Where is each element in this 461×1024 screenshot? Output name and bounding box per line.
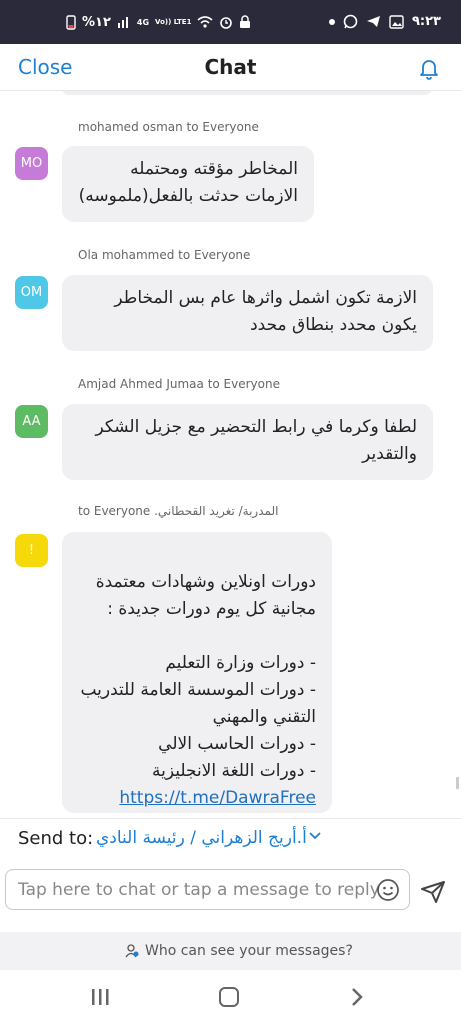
message-sender: المدربة/ تغريد القحطاني. to Everyone: [78, 504, 279, 518]
who-can-see-banner[interactable]: Who can see your messages?: [0, 932, 461, 970]
signal-icon: [117, 17, 128, 28]
system-nav-bar: [0, 970, 461, 1024]
message-text: دورات اونلاين وشهادات معتمدة مجانية كل ي…: [80, 572, 316, 781]
alarm-icon: [220, 17, 233, 29]
message-sender: mohamed osman to Everyone: [78, 120, 259, 134]
whatsapp-icon: [343, 14, 358, 29]
telegram-icon: [366, 16, 380, 27]
message-sender: Ola mohammed to Everyone: [78, 248, 251, 262]
message-bubble[interactable]: الازمة تكون اشمل واثرها عام بس المخاطر ي…: [62, 275, 433, 351]
chat-header: Close Chat: [0, 44, 461, 91]
scrollbar[interactable]: [456, 777, 459, 789]
clock: ٩:٢٣: [411, 14, 441, 29]
network-type: 4G: [136, 17, 150, 27]
message-bubble[interactable]: دورات اونلاين وشهادات معتمدة مجانية كل ي…: [62, 532, 332, 813]
send-to-label: Send to:: [18, 828, 94, 849]
battery-icon: [66, 15, 76, 30]
send-icon[interactable]: [420, 880, 446, 904]
home-icon[interactable]: [219, 987, 239, 1007]
lock-icon: [240, 15, 251, 28]
status-right: ٩:٢٣: [328, 14, 441, 29]
send-to-recipient[interactable]: أ.أريج الزهراني / رئيسة النادي: [96, 828, 307, 848]
recent-apps-icon[interactable]: [90, 988, 110, 1006]
notification-dot: [328, 18, 335, 25]
back-icon[interactable]: [350, 987, 364, 1007]
avatar: OM: [15, 276, 48, 309]
avatar: MO: [15, 147, 48, 180]
wifi-icon: [197, 16, 213, 28]
battery-percent: %١٢: [82, 14, 111, 30]
bell-icon[interactable]: [417, 56, 441, 80]
send-to-row[interactable]: Send to: أ.أريج الزهراني / رئيسة النادي: [0, 818, 461, 859]
chat-input[interactable]: Tap here to chat or tap a message to rep…: [5, 869, 410, 910]
chat-input-placeholder: Tap here to chat or tap a message to rep…: [18, 880, 380, 900]
avatar: !: [15, 534, 48, 567]
message-bubble[interactable]: المخاطر مؤقته ومحتمله الازمات حدثت بالفع…: [62, 146, 314, 222]
who-can-see-text: Who can see your messages?: [145, 943, 353, 959]
chat-message-list[interactable]: mohamed osman to Everyone MO المخاطر مؤق…: [0, 91, 461, 818]
page-title: Chat: [204, 55, 257, 79]
avatar: AA: [15, 405, 48, 438]
message-bubble[interactable]: لطفا وكرما في رابط التحضير مع جزيل الشكر…: [62, 404, 433, 480]
volte-indicator: Vo)) LTE1: [155, 18, 192, 26]
message-sender: Amjad Ahmed Jumaa to Everyone: [78, 377, 280, 391]
previous-message-bubble[interactable]: [62, 91, 432, 95]
person-privacy-icon: [125, 944, 139, 958]
chevron-down-icon[interactable]: [309, 831, 321, 841]
gallery-icon: [389, 14, 404, 29]
emoji-icon[interactable]: [376, 878, 400, 902]
status-left: %١٢ 4G Vo)) LTE1: [66, 14, 251, 30]
message-link[interactable]: https://t.me/DawraFree: [119, 788, 316, 808]
status-bar: %١٢ 4G Vo)) LTE1 ٩:٢٣: [0, 0, 461, 44]
